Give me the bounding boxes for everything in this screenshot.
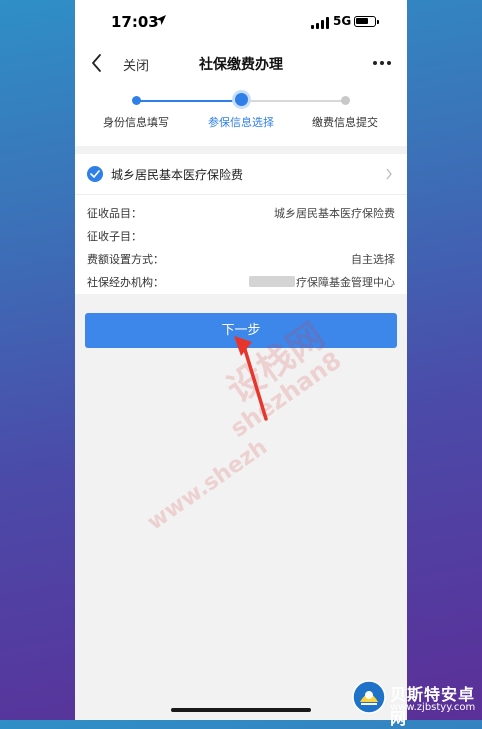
- detail-value: 城乡居民基本医疗保险费: [274, 207, 395, 220]
- step-label-2: 参保信息选择: [208, 116, 274, 129]
- detail-row-item: 征收品目： 城乡居民基本医疗保险费: [75, 201, 407, 223]
- step-connector-pending: [241, 100, 345, 102]
- detail-label: 社保经办机构：: [87, 276, 164, 289]
- network-label: 5G: [333, 14, 352, 28]
- step-label-1: 身份信息填写: [103, 116, 169, 129]
- more-dots-icon[interactable]: [373, 61, 391, 65]
- step-label-3: 缴费信息提交: [312, 116, 378, 129]
- site-logo: 贝斯特安卓网 www.zjbstyy.com: [352, 678, 480, 728]
- plan-selector[interactable]: 城乡居民基本医疗保险费: [75, 154, 407, 195]
- logo-url: www.zjbstyy.com: [390, 702, 476, 713]
- location-arrow-icon: [156, 15, 166, 25]
- signal-icon: [311, 17, 329, 29]
- detail-label: 费额设置方式：: [87, 253, 164, 266]
- step-dot-done: [132, 96, 141, 105]
- redacted-blur: [249, 276, 295, 287]
- detail-row-subitem: 征收子目：: [75, 224, 407, 246]
- detail-row-method: 费额设置方式： 自主选择: [75, 247, 407, 269]
- chevron-right-icon[interactable]: [385, 168, 393, 180]
- plan-card: 城乡居民基本医疗保险费 征收品目： 城乡居民基本医疗保险费 征收子目： 费额设置…: [75, 154, 407, 294]
- detail-label: 征收子目：: [87, 230, 142, 243]
- status-bar: 17:03 5G: [75, 0, 407, 44]
- checkmark-icon[interactable]: [87, 166, 103, 182]
- page-title: 社保缴费办理: [199, 57, 283, 73]
- next-button[interactable]: 下一步: [85, 313, 397, 348]
- watermark-text: shezhan8: [225, 346, 347, 443]
- detail-label: 征收品目：: [87, 207, 142, 220]
- status-time: 17:03: [111, 13, 159, 31]
- detail-value-blurred: 疗保障基金管理中心: [249, 274, 395, 290]
- phone-screen: 17:03 5G 关闭 社保缴费办理 身份信息填写 参保信息选择 缴费信息提交: [75, 0, 407, 720]
- nav-bar: 关闭 社保缴费办理: [75, 44, 407, 84]
- watermark-text: www.shezh: [143, 434, 273, 536]
- step-dot-active: [235, 93, 248, 106]
- progress-steps: 身份信息填写 参保信息选择 缴费信息提交: [75, 84, 407, 146]
- agency-name: 疗保障基金管理中心: [296, 276, 395, 289]
- logo-emblem-icon: [352, 680, 386, 714]
- home-indicator: [171, 708, 311, 712]
- step-dot-pending: [341, 96, 350, 105]
- detail-row-agency: 社保经办机构： 疗保障基金管理中心: [75, 270, 407, 292]
- step-connector-done: [136, 100, 240, 102]
- detail-value: 自主选择: [351, 253, 395, 266]
- plan-name: 城乡居民基本医疗保险费: [111, 168, 244, 182]
- battery-icon: [354, 16, 379, 27]
